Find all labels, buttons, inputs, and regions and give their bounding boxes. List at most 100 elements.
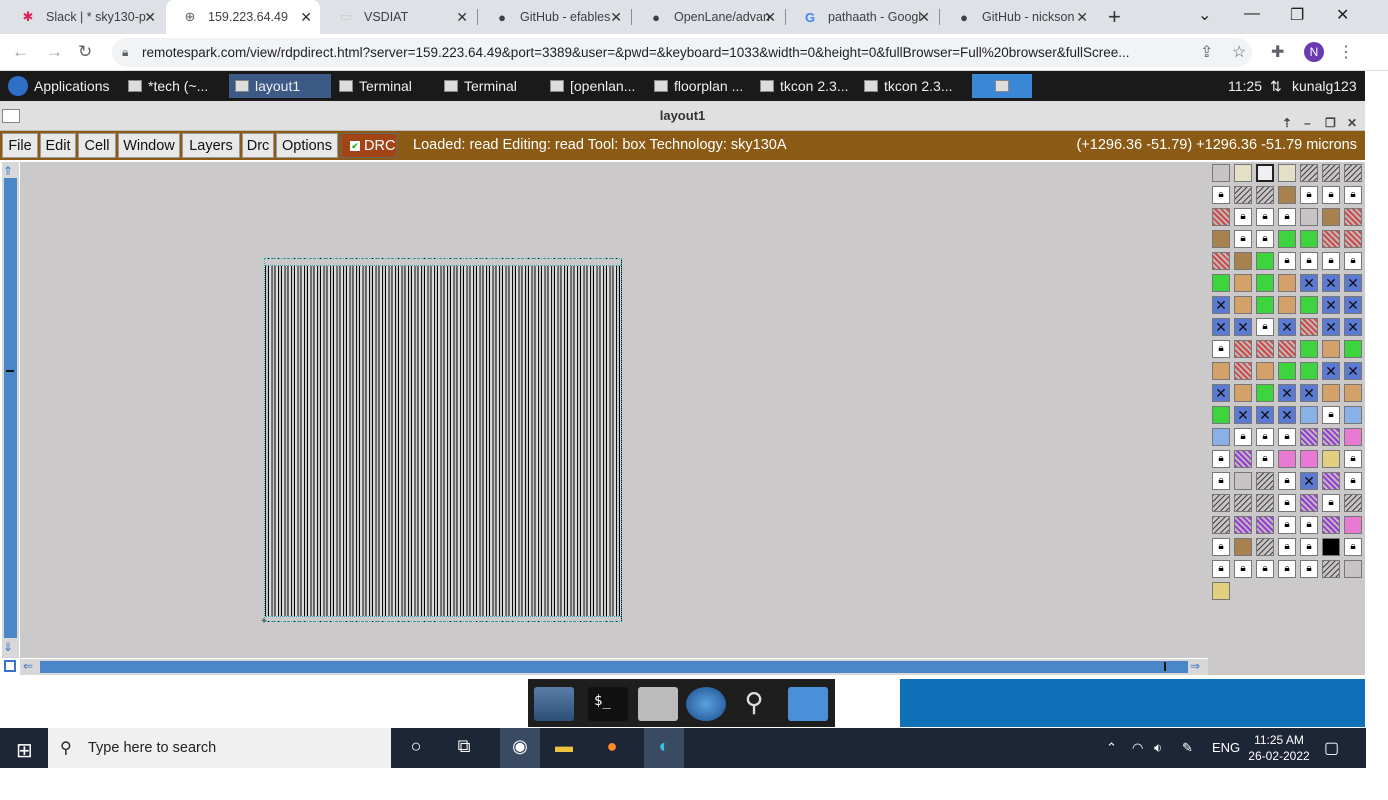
layer-swatch[interactable] bbox=[1256, 252, 1274, 270]
layer-swatch[interactable] bbox=[1300, 318, 1318, 336]
layer-swatch[interactable] bbox=[1344, 208, 1362, 226]
layer-swatch[interactable] bbox=[1278, 274, 1296, 292]
layer-swatch[interactable] bbox=[1300, 362, 1318, 380]
locked-layer-swatch[interactable]: 🔒︎ bbox=[1234, 560, 1252, 578]
layer-swatch[interactable] bbox=[1212, 428, 1230, 446]
locked-layer-swatch[interactable]: 🔒︎ bbox=[1256, 428, 1274, 446]
layer-swatch[interactable] bbox=[1212, 494, 1230, 512]
layer-swatch[interactable] bbox=[1344, 164, 1362, 182]
layer-swatch[interactable] bbox=[1234, 362, 1252, 380]
layer-swatch[interactable] bbox=[1256, 494, 1274, 512]
layer-swatch[interactable]: ✕ bbox=[1344, 362, 1362, 380]
menu-window[interactable]: Window bbox=[118, 133, 180, 158]
locked-layer-swatch[interactable]: 🔒︎ bbox=[1256, 450, 1274, 468]
layer-swatch[interactable] bbox=[1300, 296, 1318, 314]
vertical-scroll-thumb[interactable] bbox=[4, 178, 17, 638]
search-magnifier-icon[interactable]: ⚲ bbox=[734, 687, 774, 721]
layer-swatch[interactable] bbox=[1234, 340, 1252, 358]
close-icon[interactable]: ✕ bbox=[144, 9, 156, 26]
layer-swatch[interactable] bbox=[1256, 362, 1274, 380]
tab-google-search[interactable]: G pathaath - Googl ✕ bbox=[786, 0, 938, 34]
file-explorer-icon[interactable]: ▬ bbox=[550, 736, 578, 757]
menu-drc[interactable]: Drc bbox=[242, 133, 274, 158]
locked-layer-swatch[interactable]: 🔒︎ bbox=[1344, 450, 1362, 468]
back-arrow-icon[interactable]: ← bbox=[12, 42, 29, 62]
layer-swatch[interactable] bbox=[1300, 164, 1318, 182]
layer-swatch[interactable] bbox=[1322, 560, 1340, 578]
layer-swatch[interactable] bbox=[1234, 164, 1252, 182]
locked-layer-swatch[interactable]: 🔒︎ bbox=[1300, 516, 1318, 534]
restore-button[interactable]: ❐ bbox=[1290, 5, 1304, 25]
network-icon[interactable]: ◠ bbox=[1132, 740, 1143, 756]
locked-layer-swatch[interactable]: 🔒︎ bbox=[1212, 538, 1230, 556]
layer-swatch[interactable] bbox=[1322, 516, 1340, 534]
layer-swatch[interactable]: ✕ bbox=[1234, 406, 1252, 424]
layer-swatch[interactable]: ✕ bbox=[1212, 296, 1230, 314]
panel-task-openlane-folder[interactable]: [openlan... bbox=[544, 74, 646, 98]
locked-layer-swatch[interactable]: 🔒︎ bbox=[1212, 472, 1230, 490]
layer-swatch[interactable]: ✕ bbox=[1300, 274, 1318, 292]
scroll-left-arrow-icon[interactable]: ⇐ bbox=[23, 659, 33, 673]
locked-layer-swatch[interactable]: 🔒︎ bbox=[1344, 186, 1362, 204]
layer-swatch[interactable] bbox=[1256, 296, 1274, 314]
locked-layer-swatch[interactable]: 🔒︎ bbox=[1300, 560, 1318, 578]
layer-swatch[interactable] bbox=[1300, 208, 1318, 226]
notification-center-icon[interactable]: ▢ bbox=[1324, 738, 1339, 758]
close-icon[interactable]: ✕ bbox=[300, 9, 312, 26]
locked-layer-swatch[interactable]: 🔒︎ bbox=[1300, 538, 1318, 556]
locked-layer-swatch[interactable]: 🔒︎ bbox=[1278, 472, 1296, 490]
layer-swatch[interactable]: ✕ bbox=[1322, 362, 1340, 380]
cortana-icon[interactable]: ○ bbox=[402, 736, 430, 757]
locked-layer-swatch[interactable]: 🔒︎ bbox=[1322, 494, 1340, 512]
layer-swatch[interactable] bbox=[1256, 340, 1274, 358]
pen-icon[interactable]: ✎ bbox=[1182, 740, 1193, 756]
locked-layer-swatch[interactable]: 🔒︎ bbox=[1278, 494, 1296, 512]
home-folder-icon[interactable] bbox=[638, 687, 678, 721]
workspace-switcher[interactable] bbox=[972, 74, 1032, 98]
web-browser-icon[interactable] bbox=[686, 687, 726, 721]
layer-swatch[interactable] bbox=[1212, 582, 1230, 600]
tab-vsdiat[interactable]: ▭ VSDIAT ✕ bbox=[322, 0, 476, 34]
layer-swatch[interactable] bbox=[1300, 428, 1318, 446]
lock-icon[interactable]: 🔒︎ bbox=[122, 45, 128, 60]
layer-swatch[interactable] bbox=[1234, 186, 1252, 204]
locked-layer-swatch[interactable]: 🔒︎ bbox=[1256, 318, 1274, 336]
layer-swatch[interactable]: ✕ bbox=[1256, 406, 1274, 424]
layer-swatch[interactable]: ✕ bbox=[1322, 274, 1340, 292]
locked-layer-swatch[interactable]: 🔒︎ bbox=[1344, 472, 1362, 490]
window-title-bar[interactable]: layout1 ⇡ – ❐ ✕ bbox=[0, 101, 1365, 131]
layer-swatch[interactable] bbox=[1234, 296, 1252, 314]
layer-swatch[interactable] bbox=[1300, 450, 1318, 468]
locked-layer-swatch[interactable]: 🔒︎ bbox=[1322, 406, 1340, 424]
close-icon[interactable]: ✕ bbox=[456, 9, 468, 26]
language-indicator[interactable]: ENG bbox=[1212, 740, 1240, 755]
panel-task-floorplan[interactable]: floorplan ... bbox=[648, 74, 750, 98]
locked-layer-swatch[interactable]: 🔒︎ bbox=[1322, 186, 1340, 204]
layer-swatch[interactable] bbox=[1300, 340, 1318, 358]
layer-swatch[interactable] bbox=[1212, 274, 1230, 292]
close-window-button[interactable]: ✕ bbox=[1336, 5, 1349, 25]
taskbar-clock[interactable]: 11:25 AM 26-02-2022 bbox=[1244, 732, 1314, 764]
locked-layer-swatch[interactable]: 🔒︎ bbox=[1212, 450, 1230, 468]
locked-layer-swatch[interactable]: 🔒︎ bbox=[1256, 560, 1274, 578]
close-icon[interactable]: ✕ bbox=[1076, 9, 1088, 26]
tab-github-openlane[interactable]: ● OpenLane/advan ✕ bbox=[632, 0, 784, 34]
layer-swatch[interactable] bbox=[1278, 362, 1296, 380]
layer-swatch[interactable] bbox=[1256, 274, 1274, 292]
layer-swatch[interactable]: ✕ bbox=[1300, 472, 1318, 490]
drc-toggle[interactable]: ✔ DRC bbox=[341, 133, 397, 158]
volume-icon[interactable]: 🔉︎ bbox=[1154, 740, 1162, 756]
locked-layer-swatch[interactable]: 🔒︎ bbox=[1322, 252, 1340, 270]
scroll-right-arrow-icon[interactable]: ⇒ bbox=[1190, 659, 1200, 673]
layer-swatch[interactable] bbox=[1234, 384, 1252, 402]
layer-swatch[interactable]: ✕ bbox=[1344, 274, 1362, 292]
panel-task-terminal-2[interactable]: Terminal bbox=[438, 74, 540, 98]
layer-swatch[interactable] bbox=[1212, 164, 1230, 182]
locked-layer-swatch[interactable]: 🔒︎ bbox=[1234, 208, 1252, 226]
panel-task-terminal-1[interactable]: Terminal bbox=[333, 74, 435, 98]
layer-swatch[interactable]: ✕ bbox=[1344, 296, 1362, 314]
layer-swatch[interactable] bbox=[1278, 296, 1296, 314]
profile-avatar[interactable]: N bbox=[1304, 42, 1324, 62]
tab-github-efabless[interactable]: ● GitHub - efables ✕ bbox=[478, 0, 630, 34]
locked-layer-swatch[interactable]: 🔒︎ bbox=[1212, 560, 1230, 578]
